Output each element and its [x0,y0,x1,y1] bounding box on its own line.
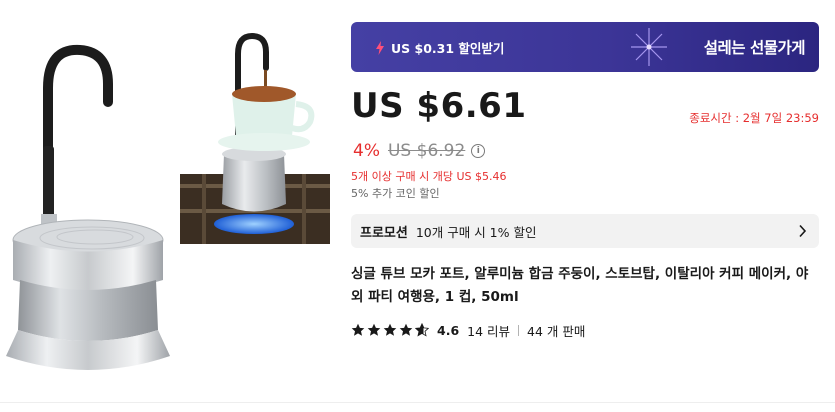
star-rating[interactable] [351,323,429,337]
rating-row: 4.6 14 리뷰 44 개 판매 [351,320,819,340]
coupon-banner[interactable]: US $0.31 할인받기 설레는 선물가게 [351,22,819,72]
price-row: US $6.61 종료시간 : 2월 7일 23:59 [351,84,819,136]
star-icon [399,323,413,336]
sale-end-timer: 종료시간 : 2월 7일 23:59 [689,111,819,125]
promotion-bar[interactable]: 프로모션 10개 구매 시 1% 할인 [351,214,819,248]
star-icon [351,323,365,336]
review-count[interactable]: 14 리뷰 [467,321,510,340]
discount-percent: 4% [353,141,380,161]
chevron-right-icon [799,224,807,238]
coin-discount-note: 5% 추가 코인 할인 [351,187,440,200]
product-info: US $0.31 할인받기 설레는 선물가게 US $6.61 종료시간 : 2… [351,22,819,340]
product-photo[interactable] [0,18,175,388]
discount-row: 4% US $6.92 i [351,140,819,162]
half-star-icon [415,323,429,337]
bulk-discount-note: 5개 이상 구매 시 개당 US $5.46 [351,170,507,183]
divider [518,324,520,336]
coupon-label: US $0.31 할인받기 [391,41,505,56]
current-price: US $6.61 [351,86,527,126]
fireworks-icon [631,28,667,66]
promo-event-title: 설레는 선물가게 [703,39,806,57]
star-icon [383,323,397,336]
sold-count: 44 개 판매 [527,323,586,339]
product-thumbnail[interactable] [172,24,344,249]
promotion-text: 10개 구매 시 1% 할인 [415,224,537,240]
promotion-tag: 프로모션 [360,225,408,241]
star-icon [367,323,381,336]
bolt-icon [376,40,384,55]
product-title: 싱글 튜브 모카 포트, 알루미늄 합금 주둥이, 스토브탑, 이탈리아 커피 … [351,266,809,305]
image-gallery [0,0,345,412]
bottom-divider [0,402,835,403]
info-icon[interactable]: i [471,144,486,158]
rating-score: 4.6 [437,322,460,338]
original-price: US $6.92 [387,141,466,161]
coupon-claim[interactable]: US $0.31 할인받기 [375,38,504,57]
